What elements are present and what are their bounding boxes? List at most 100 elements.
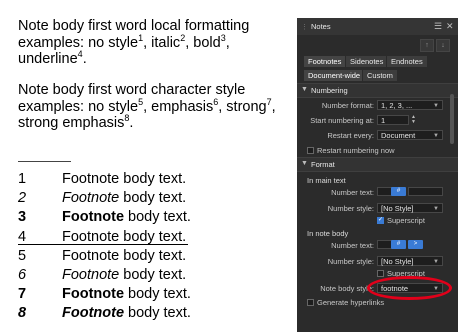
number-format-label: Number format: — [321, 101, 374, 110]
restart-every-label: Restart every: — [327, 131, 374, 140]
para2-line1: Note body first word character style — [18, 82, 246, 98]
arrow-up-icon[interactable]: ↑ — [420, 39, 434, 52]
footnote-item[interactable]: 1 Footnote body text. — [18, 170, 288, 189]
tab-endnotes[interactable]: Endnotes — [386, 55, 428, 68]
note-number-text-token[interactable]: # — [391, 240, 406, 249]
panel-title: Notes — [311, 22, 331, 31]
rest: body text. — [119, 247, 187, 264]
text: underline — [18, 51, 78, 67]
restart-now-checkbox[interactable] — [307, 147, 314, 154]
select-value: [No Style] — [381, 204, 414, 213]
first-word: Footnote — [62, 209, 125, 226]
chevron-down-icon: ▼ — [433, 259, 439, 265]
footnote-number: 2 — [18, 190, 27, 207]
chevron-down-icon: ▼ — [301, 86, 308, 93]
document-page: Note body first word local formatting ex… — [18, 0, 293, 335]
footnote-item[interactable]: 8 Footnote body text. — [18, 304, 288, 323]
number-style-label: Number style: — [327, 204, 374, 213]
in-note-body-heading: In note body — [307, 229, 349, 238]
chevron-down-icon: ▼ — [433, 133, 439, 139]
section-label: Numbering — [311, 86, 348, 95]
number-style-select[interactable]: [No Style] ▼ — [377, 203, 443, 213]
scrollbar[interactable] — [450, 94, 454, 144]
chevron-down-icon: ▼ — [433, 206, 439, 212]
rest: body text. — [119, 228, 187, 245]
first-word: Footnote — [62, 266, 120, 283]
footnote-text: Footnote body text. — [62, 247, 186, 266]
rest: body text. — [119, 190, 187, 207]
superscript-label: Superscript — [387, 216, 425, 225]
footnote-text: Footnote body text. — [62, 189, 186, 208]
tab-footnotes[interactable]: Footnotes — [303, 55, 347, 68]
start-numbering-label: Start numbering at: — [310, 116, 374, 125]
superscript-checkbox[interactable] — [377, 216, 384, 224]
format-section-header[interactable]: ▼ Format — [297, 157, 458, 172]
input-value: 1 — [381, 116, 386, 125]
number-text-label: Number text: — [331, 188, 374, 197]
footnote-item[interactable]: 6 Footnote body text. — [18, 266, 288, 285]
hamburger-menu-icon[interactable]: ☰ — [434, 21, 442, 32]
text: . — [129, 115, 134, 131]
restart-every-select[interactable]: Document ▼ — [377, 130, 443, 140]
generate-hyperlinks-checkbox[interactable] — [307, 299, 314, 306]
chevron-down-icon: ▼ — [433, 103, 439, 109]
footnote-separator — [18, 161, 71, 162]
text: , bold — [185, 34, 221, 51]
note-body-style-label: Note body style: — [320, 284, 374, 293]
select-value: [No Style] — [381, 257, 414, 266]
rest: body text. — [124, 286, 191, 303]
number-text-token[interactable]: # — [391, 187, 406, 196]
footnote-text: Footnote body text. — [62, 304, 191, 323]
paragraph-local-formatting: Note body first word local formatting ex… — [18, 18, 249, 68]
rest: body text. — [124, 305, 191, 322]
tab-custom[interactable]: Custom — [362, 69, 398, 82]
rest: body text. — [119, 171, 187, 187]
drag-grip-icon[interactable]: ⋮ — [301, 23, 308, 31]
tab-sidenotes[interactable]: Sidenotes — [345, 55, 389, 68]
number-format-select[interactable]: 1, 2, 3, ... ▼ — [377, 100, 443, 110]
text: , emphasis — [143, 98, 214, 115]
footnote-item[interactable]: 5 Footnote body text. — [18, 247, 288, 266]
text: . — [82, 51, 87, 67]
para1-line1: Note body first word local formatting — [18, 18, 250, 34]
start-numbering-input[interactable]: 1 — [377, 115, 409, 125]
numbering-section-header[interactable]: ▼ Numbering — [297, 83, 458, 98]
footnote-item[interactable]: 2 Footnote body text. — [18, 189, 288, 208]
chevron-down-icon: ▼ — [301, 160, 308, 167]
footnote-number: 6 — [18, 266, 27, 283]
note-number-style-label: Number style: — [327, 257, 374, 266]
footnote-number: 3 — [18, 209, 27, 226]
rest: body text. — [124, 209, 191, 226]
note-superscript-checkbox[interactable] — [377, 270, 384, 277]
first-word: Footnote — [62, 247, 120, 264]
footnote-number: 5 — [18, 247, 27, 264]
text: , — [225, 34, 230, 51]
panel-titlebar[interactable]: ⋮ Notes ☰ ✕ — [297, 18, 458, 35]
first-word: Footnote — [62, 228, 120, 245]
footnote-number: 7 — [18, 286, 27, 303]
text: strong emphasis — [18, 115, 125, 131]
first-word: Footnote — [62, 286, 125, 303]
arrow-down-icon[interactable]: ↓ — [436, 39, 450, 52]
para1-line2: examples: no style1, italic2, bold3, — [18, 33, 249, 52]
stepper-down-icon[interactable]: ▼ — [411, 120, 416, 125]
para2-line2: examples: no style5, emphasis6, strong7, — [18, 97, 276, 116]
footnote-item[interactable]: 3 Footnote body text. — [18, 208, 288, 227]
footnote-text: Footnote body text. — [62, 170, 186, 189]
footnote-text: Footnote body text. — [62, 208, 191, 227]
number-text-suffix[interactable] — [408, 187, 443, 196]
note-number-text-label: Number text: — [331, 241, 374, 250]
restart-now-label: Restart numbering now — [317, 146, 395, 155]
underline-rule — [18, 243, 188, 245]
tab-document-wide[interactable]: Document-wide — [303, 69, 366, 82]
text: , strong — [218, 98, 267, 115]
footnote-number: 8 — [18, 305, 27, 322]
close-icon[interactable]: ✕ — [446, 21, 454, 32]
text: , italic — [143, 34, 181, 51]
rest: body text. — [119, 266, 187, 283]
note-number-text-tab-token[interactable]: > — [408, 240, 423, 249]
note-number-style-select[interactable]: [No Style] ▼ — [377, 256, 443, 266]
footnote-item[interactable]: 4 Footnote body text. — [18, 228, 288, 247]
footnote-item[interactable]: 7 Footnote body text. — [18, 285, 288, 304]
footnote-text: Footnote body text. — [62, 266, 186, 285]
